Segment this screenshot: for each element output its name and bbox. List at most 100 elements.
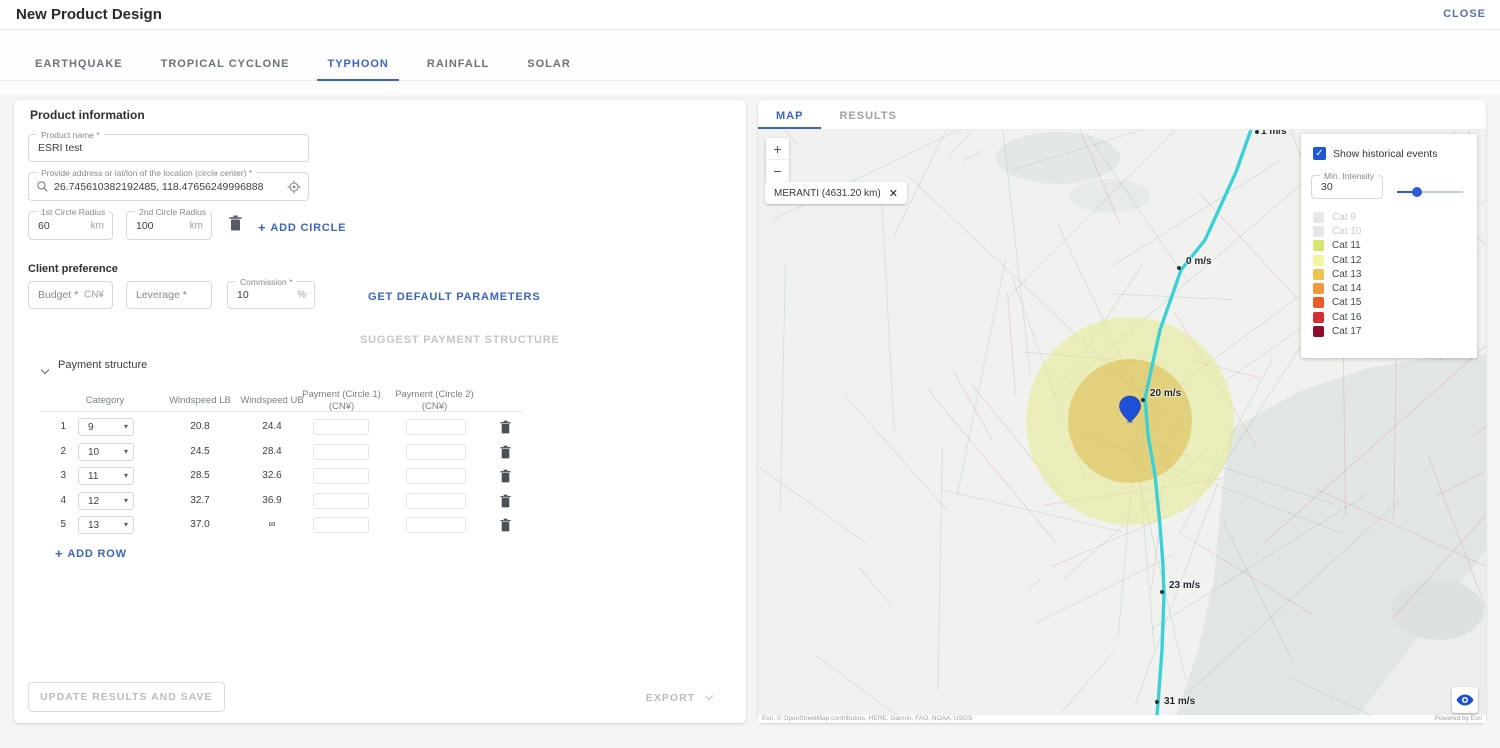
visibility-button[interactable] (1452, 687, 1478, 713)
windspeed-lb-value: 24.5 (160, 446, 240, 457)
row-index: 5 (52, 519, 66, 530)
track-point (1155, 700, 1159, 704)
circle2-radius-field[interactable]: 2nd Circle Radius 100 km (126, 211, 212, 240)
get-default-parameters-button[interactable]: GET DEFAULT PARAMETERS (368, 291, 540, 303)
payment-circle2-input[interactable] (406, 468, 466, 484)
legend-item-cat-14: Cat 14 (1313, 281, 1361, 295)
legend-item-cat-17: Cat 17 (1313, 324, 1361, 338)
windspeed-lb-value: 32.7 (160, 495, 240, 506)
col-header-windspeed-lb: Windspeed LB (160, 395, 240, 407)
delete-row-button[interactable] (500, 445, 511, 464)
legend-swatch (1313, 326, 1324, 337)
tab-tropical-cyclone[interactable]: TROPICAL CYCLONE (151, 50, 300, 81)
category-select[interactable]: 9▾ (78, 418, 134, 436)
windspeed-ub-value: 24.4 (232, 421, 312, 432)
location-field[interactable]: Provide address or lat/lon of the locati… (28, 172, 309, 201)
circle1-radius-field[interactable]: 1st Circle Radius 60 km (28, 211, 113, 240)
legend-swatch (1313, 269, 1324, 280)
add-circle-button[interactable]: +ADD CIRCLE (258, 220, 346, 235)
track-speed-label: 23 m/s (1169, 580, 1200, 591)
delete-row-button[interactable] (500, 469, 511, 488)
legend-categories: Cat 9Cat 10Cat 11Cat 12Cat 13Cat 14Cat 1… (1313, 210, 1361, 339)
collapse-chevron-icon[interactable] (42, 360, 48, 378)
map-viewport[interactable]: 1 m/s0 m/s20 m/s23 m/s31 m/s + − MERANTI… (758, 130, 1486, 715)
commission-field[interactable]: Commission * 10 % (227, 281, 315, 309)
locate-icon[interactable] (287, 180, 301, 194)
commission-value: 10 (237, 289, 249, 301)
tab-rainfall[interactable]: RAINFALL (417, 50, 499, 81)
delete-row-button[interactable] (500, 494, 511, 513)
payment-circle1-input[interactable] (313, 419, 369, 435)
col-header-payment2: Payment (Circle 2)(CN¥) (392, 389, 477, 413)
delete-row-button[interactable] (500, 420, 511, 439)
budget-field[interactable]: Budget * CN¥ (28, 281, 113, 309)
zoom-out-button[interactable]: − (766, 160, 789, 182)
product-name-label: Product name * (37, 130, 104, 140)
circle1-value: 60 (38, 220, 50, 232)
min-intensity-label: Min. Intensity (1320, 171, 1378, 181)
legend-panel: ✓ Show historical events Min. Intensity … (1301, 134, 1477, 358)
update-results-save-button[interactable]: UPDATE RESULTS AND SAVE (28, 682, 225, 712)
suggest-payment-structure-button[interactable]: SUGGEST PAYMENT STRUCTURE (360, 334, 560, 346)
row-index: 3 (52, 470, 66, 481)
legend-item-cat-12: Cat 12 (1313, 253, 1361, 267)
circle2-unit: km (190, 220, 203, 231)
product-form-card: Product information Product name * ESRI … (14, 100, 746, 723)
windspeed-ub-value: 28.4 (232, 446, 312, 457)
add-row-button[interactable]: +ADD ROW (55, 546, 127, 561)
chevron-down-icon: ▾ (124, 422, 128, 431)
category-select[interactable]: 10▾ (78, 443, 134, 461)
track-point (1177, 266, 1181, 270)
map-panel-card: MAPRESULTS 1 m/s0 m/s20 m/s23 m/s31 m/s (758, 100, 1486, 723)
category-select[interactable]: 13▾ (78, 516, 134, 534)
col-header-payment1: Payment (Circle 1)(CN¥) (299, 389, 384, 413)
legend-item-cat-15: Cat 15 (1313, 296, 1361, 310)
category-select[interactable]: 12▾ (78, 492, 134, 510)
payment-circle2-input[interactable] (406, 493, 466, 509)
table-row: 412▾32.736.9 (14, 489, 746, 514)
chevron-down-icon (705, 692, 713, 700)
legend-swatch (1313, 312, 1324, 323)
legend-label: Cat 12 (1332, 255, 1361, 266)
show-historical-events-checkbox[interactable]: ✓ (1313, 147, 1326, 160)
tab-solar[interactable]: SOLAR (517, 50, 581, 81)
windspeed-ub-value: ∞ (232, 519, 312, 530)
category-select[interactable]: 11▾ (78, 467, 134, 485)
category-value: 11 (88, 471, 98, 482)
powered-by-text: Powered by Esri (1435, 715, 1482, 723)
min-intensity-field[interactable]: Min. Intensity 30 (1311, 175, 1383, 199)
tab-map[interactable]: MAP (758, 100, 821, 129)
zoom-in-button[interactable]: + (766, 138, 789, 160)
leverage-field[interactable]: Leverage * (126, 281, 212, 309)
track-speed-label: 20 m/s (1150, 388, 1181, 399)
slider-thumb[interactable] (1412, 187, 1422, 197)
close-button[interactable]: CLOSE (1443, 8, 1486, 20)
payment-circle2-input[interactable] (406, 419, 466, 435)
payment-circle1-input[interactable] (313, 468, 369, 484)
legend-swatch (1313, 297, 1324, 308)
windspeed-lb-value: 37.0 (160, 519, 240, 530)
app-header: New Product Design CLOSE (0, 0, 1500, 30)
close-icon[interactable]: ✕ (889, 187, 898, 200)
payment-circle2-input[interactable] (406, 444, 466, 460)
legend-label: Cat 15 (1332, 297, 1361, 308)
payment-circle2-input[interactable] (406, 517, 466, 533)
delete-row-button[interactable] (500, 518, 511, 537)
product-name-value: ESRI test (38, 142, 82, 154)
table-row: 5 13▾ 37.0∞ (14, 513, 746, 538)
export-button[interactable]: EXPORT (646, 692, 712, 704)
payment-circle1-input[interactable] (313, 444, 369, 460)
storm-chip[interactable]: MERANTI (4631.20 km) ✕ (765, 182, 907, 204)
legend-item-cat-9: Cat 9 (1313, 210, 1361, 224)
payment-circle1-input[interactable] (313, 493, 369, 509)
tab-typhoon[interactable]: TYPHOON (317, 50, 398, 81)
product-name-field[interactable]: Product name * ESRI test (28, 134, 309, 162)
legend-label: Cat 10 (1332, 226, 1361, 237)
tab-earthquake[interactable]: EARTHQUAKE (25, 50, 133, 81)
map-attribution: Esri, © OpenStreetMap contributors, HERE… (758, 715, 1486, 723)
intensity-slider[interactable] (1397, 191, 1463, 193)
legend-swatch (1313, 226, 1324, 237)
delete-circle-button[interactable] (229, 215, 242, 231)
payment-circle1-input[interactable] (313, 517, 369, 533)
tab-results[interactable]: RESULTS (821, 100, 915, 129)
